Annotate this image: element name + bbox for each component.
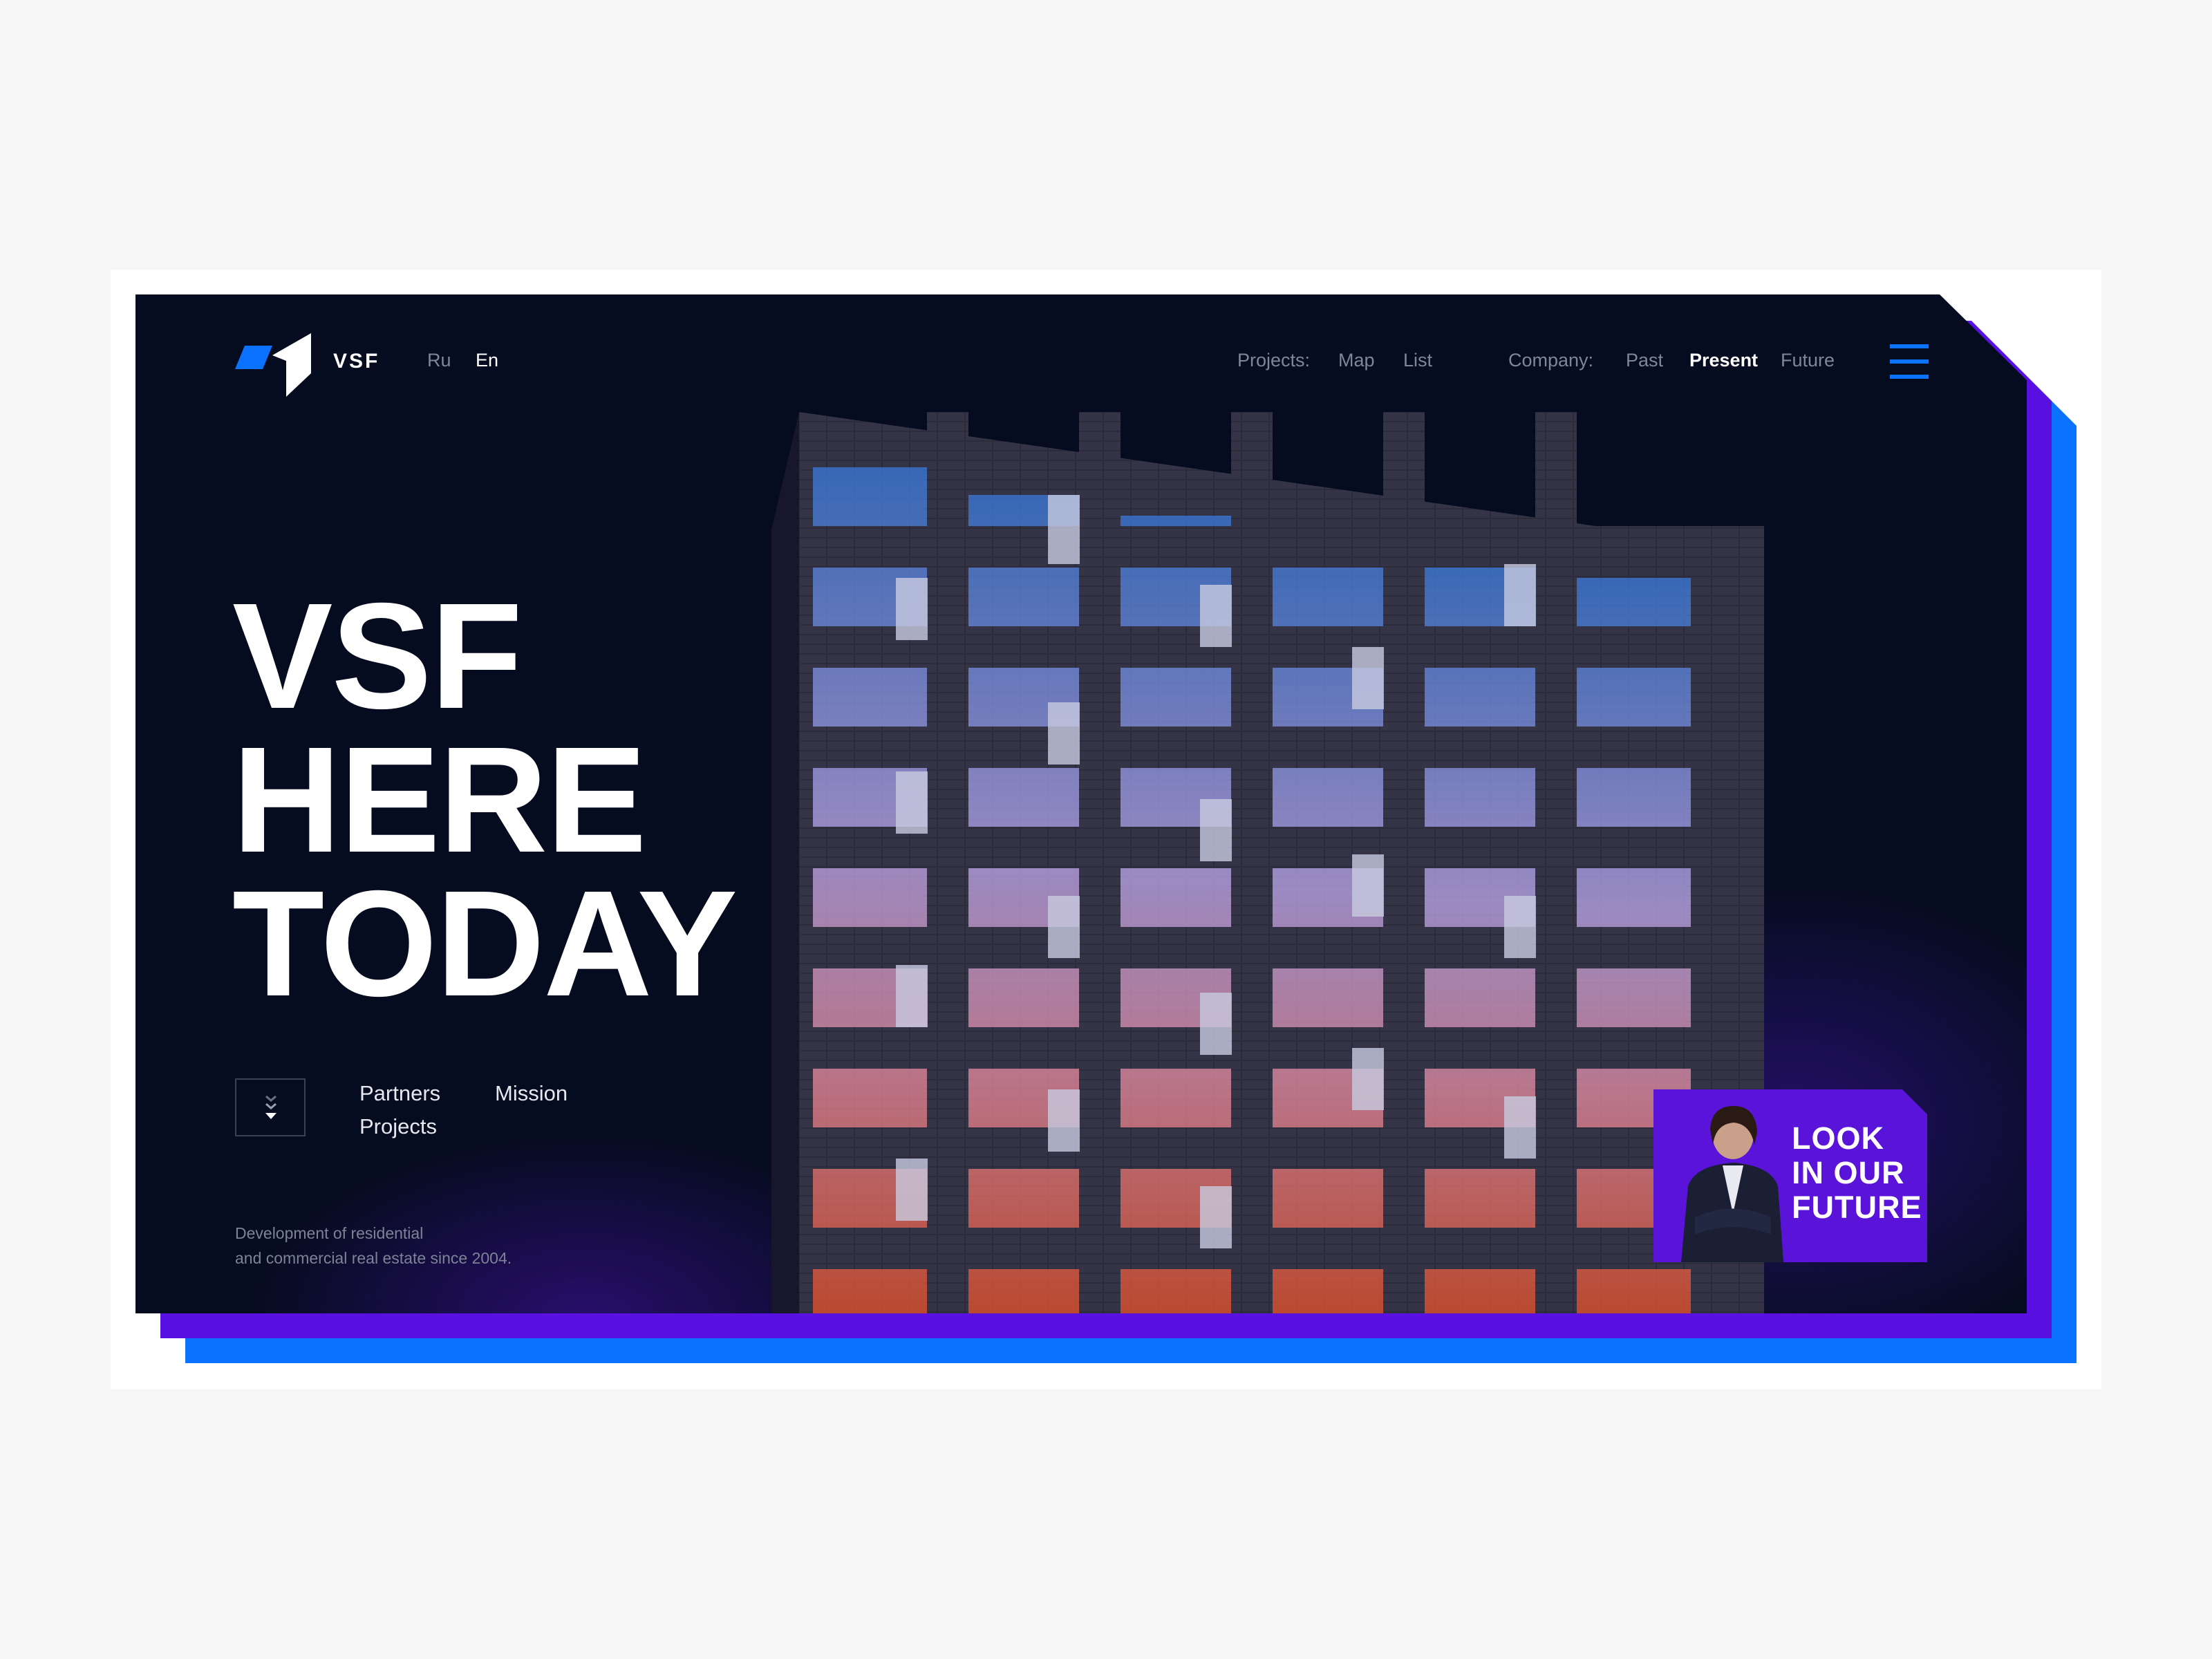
brand-name[interactable]: VSF (333, 350, 379, 373)
hamburger-menu-icon[interactable] (1890, 343, 1929, 382)
promo-text: LOOK IN OUR FUTURE (1792, 1121, 1922, 1225)
description-line: and commercial real estate since 2004. (235, 1249, 512, 1267)
person-portrait-image (1681, 1106, 1783, 1262)
nav-projects-map[interactable]: Map (1338, 350, 1375, 371)
headline-line: HERE (232, 716, 647, 884)
headline-line: TODAY (232, 860, 738, 1028)
hero-section: VSF Ru En Projects: Map List Company: Pa… (135, 294, 2027, 1313)
lang-ru[interactable]: Ru (427, 350, 451, 371)
company-description: Development of residential and commercia… (235, 1221, 650, 1271)
headline-line: VSF (232, 572, 523, 740)
lang-en[interactable]: En (476, 350, 498, 371)
nav-company-past[interactable]: Past (1626, 350, 1663, 371)
vsf-logo-icon[interactable] (235, 333, 311, 397)
nav-company-future[interactable]: Future (1781, 350, 1835, 371)
hero-headline: VSF HERE TODAY (232, 572, 738, 1028)
link-projects[interactable]: Projects (359, 1114, 437, 1139)
scroll-down-icon (265, 1095, 276, 1119)
link-partners[interactable]: Partners (359, 1081, 440, 1106)
nav-projects-list[interactable]: List (1403, 350, 1432, 371)
nav-company-present[interactable]: Present (1689, 350, 1758, 371)
building-image (771, 412, 1764, 1313)
nav-projects-label: Projects: (1237, 350, 1311, 371)
nav-company-label: Company: (1508, 350, 1594, 371)
scroll-down-button[interactable] (235, 1078, 306, 1136)
link-mission[interactable]: Mission (495, 1081, 568, 1106)
promo-line: FUTURE (1792, 1190, 1922, 1225)
promo-line: IN OUR (1792, 1155, 1905, 1190)
description-line: Development of residential (235, 1224, 424, 1242)
future-promo-card[interactable]: LOOK IN OUR FUTURE (1653, 1089, 1927, 1262)
promo-line: LOOK (1792, 1121, 1884, 1156)
